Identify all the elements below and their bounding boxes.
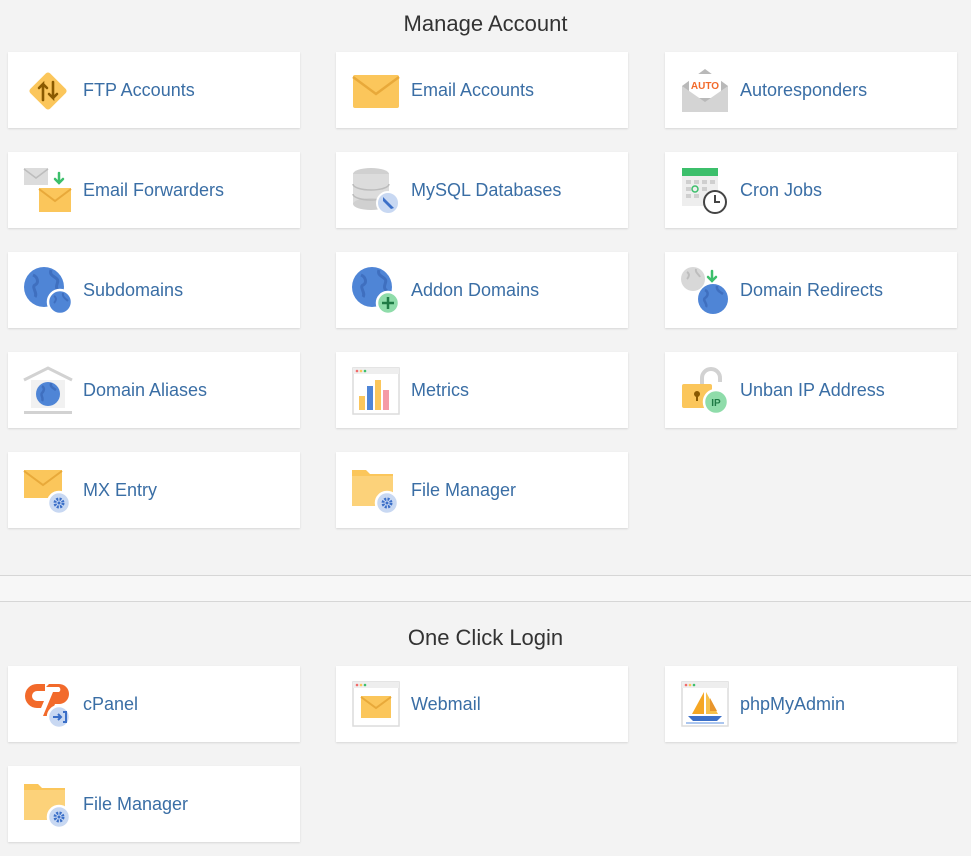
manage-account-title: Manage Account xyxy=(403,11,568,36)
email-forwarder-icon xyxy=(23,166,73,216)
mysql-databases-label: MySQL Databases xyxy=(411,180,562,200)
file-manager-label: File Manager xyxy=(411,480,517,500)
unban-ip-card[interactable]: IP Unban IP Address xyxy=(665,352,957,428)
phpmyadmin-login-label: phpMyAdmin xyxy=(740,694,846,714)
section-divider xyxy=(0,575,971,602)
webmail-icon xyxy=(351,680,401,730)
webmail-login-card[interactable]: Webmail xyxy=(336,666,628,742)
mx-entry-card[interactable]: MX Entry xyxy=(8,452,300,528)
one-click-login-title: One Click Login xyxy=(407,625,564,650)
cron-jobs-card[interactable]: Cron Jobs xyxy=(665,152,957,228)
file-manager-card[interactable]: File Manager xyxy=(336,452,628,528)
ftp-accounts-label: FTP Accounts xyxy=(83,80,195,100)
addon-globe-icon xyxy=(351,266,401,316)
file-manager-login-label: File Manager xyxy=(83,794,189,814)
phpmyadmin-login-card[interactable]: phpMyAdmin xyxy=(665,666,957,742)
mx-envelope-gear-icon xyxy=(23,466,73,516)
metrics-chart-icon xyxy=(351,366,401,416)
cpanel-login-label: cPanel xyxy=(83,694,139,714)
subdomains-card[interactable]: Subdomains xyxy=(8,252,300,328)
cpanel-logo-icon xyxy=(23,680,73,730)
phpmyadmin-sailboat-icon xyxy=(680,680,730,730)
domain-aliases-label: Domain Aliases xyxy=(83,380,208,400)
webmail-login-label: Webmail xyxy=(411,694,481,714)
domain-redirects-label: Domain Redirects xyxy=(740,280,884,300)
auto-badge: AUTO xyxy=(691,81,719,92)
cpanel-login-card[interactable]: cPanel xyxy=(8,666,300,742)
email-icon xyxy=(351,66,401,116)
mysql-databases-card[interactable]: MySQL Databases xyxy=(336,152,628,228)
subdomain-globe-icon xyxy=(23,266,73,316)
folder-gear-icon xyxy=(351,466,401,516)
addon-domains-label: Addon Domains xyxy=(411,280,540,300)
cron-jobs-label: Cron Jobs xyxy=(740,180,823,200)
email-forwarders-label: Email Forwarders xyxy=(83,180,225,200)
domain-redirects-card[interactable]: Domain Redirects xyxy=(665,252,957,328)
autoresponders-label: Autoresponders xyxy=(740,80,868,100)
cron-calendar-icon xyxy=(680,166,730,216)
addon-domains-card[interactable]: Addon Domains xyxy=(336,252,628,328)
domain-aliases-card[interactable]: Domain Aliases xyxy=(8,352,300,428)
autoresponders-card[interactable]: AUTO Autoresponders xyxy=(665,52,957,128)
mx-entry-label: MX Entry xyxy=(83,480,158,500)
email-accounts-card[interactable]: Email Accounts xyxy=(336,52,628,128)
redirect-globe-icon xyxy=(680,266,730,316)
alias-globe-icon xyxy=(23,366,73,416)
subdomains-label: Subdomains xyxy=(83,280,184,300)
ip-badge: IP xyxy=(711,398,721,409)
unban-ip-label: Unban IP Address xyxy=(740,380,885,400)
autoresponder-icon: AUTO xyxy=(680,66,730,116)
metrics-label: Metrics xyxy=(411,380,469,400)
email-forwarders-card[interactable]: Email Forwarders xyxy=(8,152,300,228)
unlock-ip-icon: IP xyxy=(680,366,730,416)
email-accounts-label: Email Accounts xyxy=(411,80,535,100)
ftp-accounts-card[interactable]: FTP Accounts xyxy=(8,52,300,128)
database-icon xyxy=(351,166,401,216)
file-manager-login-card[interactable]: File Manager xyxy=(8,766,300,842)
metrics-card[interactable]: Metrics xyxy=(336,352,628,428)
folder-gear-icon xyxy=(23,780,73,830)
ftp-icon xyxy=(23,66,73,116)
